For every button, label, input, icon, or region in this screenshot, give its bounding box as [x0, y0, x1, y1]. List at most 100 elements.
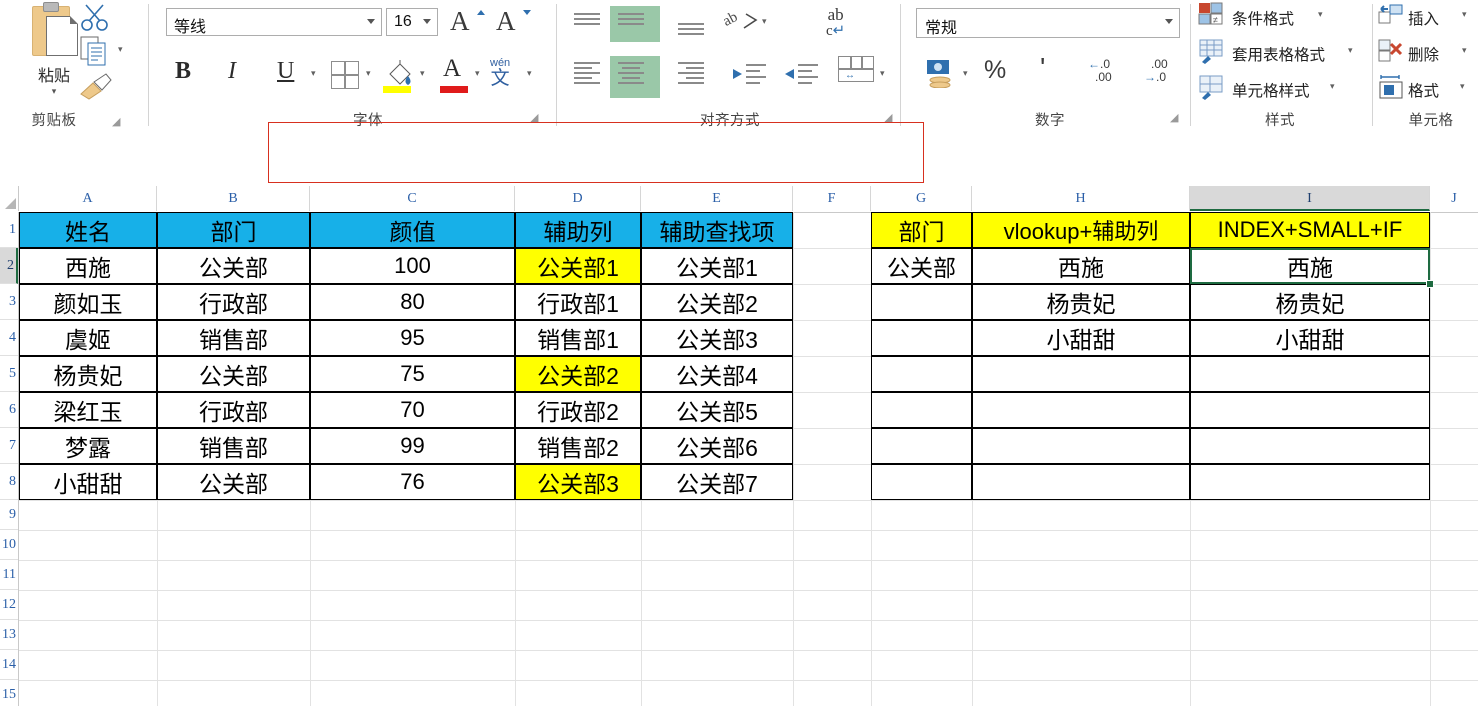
cell-h1[interactable]: vlookup+辅助列	[972, 212, 1190, 248]
row-header-6[interactable]: 6	[0, 392, 18, 428]
column-header-d[interactable]: D	[515, 186, 641, 211]
align-bottom-button[interactable]	[678, 22, 704, 40]
cell-g4[interactable]	[871, 320, 972, 356]
font-color-caret-icon[interactable]: ▾	[475, 68, 480, 79]
row-header-3[interactable]: 3	[0, 284, 18, 320]
select-all-corner[interactable]	[0, 186, 19, 211]
row-header-15[interactable]: 15	[0, 680, 18, 706]
cell-d1[interactable]: 辅助列	[515, 212, 641, 248]
cell-b4[interactable]: 销售部	[157, 320, 310, 356]
cell-e5[interactable]: 公关部4	[641, 356, 793, 392]
cell-d2[interactable]: 公关部1	[515, 248, 641, 284]
cell-c6[interactable]: 70	[310, 392, 515, 428]
cell-g3[interactable]	[871, 284, 972, 320]
row-header-2[interactable]: 2	[0, 248, 18, 284]
phonetic-guide-button[interactable]: wén 文	[490, 56, 510, 88]
cell-i7[interactable]	[1190, 428, 1430, 464]
copy-icon[interactable]	[80, 36, 110, 68]
clipboard-dialog-launcher-icon[interactable]: ◢	[112, 115, 120, 128]
align-right-button[interactable]	[678, 62, 704, 86]
cell-i1[interactable]: INDEX+SMALL+IF	[1190, 212, 1430, 248]
copy-dropdown-caret-icon[interactable]: ▾	[118, 44, 123, 55]
cell-h3[interactable]: 杨贵妃	[972, 284, 1190, 320]
number-format-caret-icon[interactable]	[1165, 19, 1173, 24]
insert-cells-icon[interactable]	[1378, 2, 1404, 28]
percent-style-button[interactable]: %	[984, 56, 1006, 85]
cell-a1[interactable]: 姓名	[19, 212, 157, 248]
align-left-button[interactable]	[574, 62, 600, 86]
row-header-11[interactable]: 11	[0, 560, 18, 590]
font-color-icon[interactable]: A	[443, 55, 461, 83]
table-format-icon[interactable]	[1198, 38, 1224, 64]
cell-g6[interactable]	[871, 392, 972, 428]
fill-color-swatch[interactable]	[383, 86, 411, 93]
decrease-font-size-button[interactable]: A	[496, 6, 516, 37]
cell-h2[interactable]: 西施	[972, 248, 1190, 284]
row-header-5[interactable]: 5	[0, 356, 18, 392]
format-painter-icon[interactable]	[76, 72, 114, 102]
cell-a4[interactable]: 虞姬	[19, 320, 157, 356]
cell-b3[interactable]: 行政部	[157, 284, 310, 320]
cell-c5[interactable]: 75	[310, 356, 515, 392]
increase-indent-icon[interactable]	[782, 62, 820, 86]
cell-d8[interactable]: 公关部3	[515, 464, 641, 500]
column-header-f[interactable]: F	[793, 186, 871, 211]
row-header-4[interactable]: 4	[0, 320, 18, 356]
cell-g7[interactable]	[871, 428, 972, 464]
bold-button[interactable]: B	[175, 58, 191, 85]
column-header-g[interactable]: G	[871, 186, 972, 211]
format-cells-label[interactable]: 格式	[1408, 79, 1439, 101]
cell-styles-caret-icon[interactable]: ▾	[1330, 81, 1335, 92]
accounting-format-icon[interactable]	[926, 58, 958, 88]
insert-cells-label[interactable]: 插入	[1408, 7, 1439, 29]
cell-h5[interactable]	[972, 356, 1190, 392]
cell-a3[interactable]: 颜如玉	[19, 284, 157, 320]
wrap-text-button[interactable]: ab c↵	[826, 6, 845, 40]
phonetic-caret-icon[interactable]: ▾	[527, 68, 532, 79]
cell-h8[interactable]	[972, 464, 1190, 500]
row-header-1[interactable]: 1	[0, 212, 18, 248]
cell-d4[interactable]: 销售部1	[515, 320, 641, 356]
increase-font-size-button[interactable]: A	[450, 6, 470, 37]
delete-cells-icon[interactable]	[1378, 38, 1404, 64]
borders-caret-icon[interactable]: ▾	[366, 68, 371, 79]
cell-g1[interactable]: 部门	[871, 212, 972, 248]
delete-cells-label[interactable]: 删除	[1408, 43, 1439, 65]
cell-h6[interactable]	[972, 392, 1190, 428]
orientation-caret-icon[interactable]: ▾	[762, 16, 767, 27]
row-header-10[interactable]: 10	[0, 530, 18, 560]
increase-decimal-button[interactable]: ←.0 .00	[1088, 58, 1112, 84]
cell-a6[interactable]: 梁红玉	[19, 392, 157, 428]
conditional-format-label[interactable]: 条件格式	[1232, 7, 1294, 29]
cell-i5[interactable]	[1190, 356, 1430, 392]
cell-c2[interactable]: 100	[310, 248, 515, 284]
alignment-dialog-launcher-icon[interactable]: ◢	[884, 111, 892, 124]
cell-d6[interactable]: 行政部2	[515, 392, 641, 428]
align-center-button[interactable]	[610, 56, 660, 98]
column-header-e[interactable]: E	[641, 186, 793, 211]
cell-g5[interactable]	[871, 356, 972, 392]
cell-styles-icon[interactable]	[1198, 74, 1224, 100]
cell-e2[interactable]: 公关部1	[641, 248, 793, 284]
cell-g8[interactable]	[871, 464, 972, 500]
merge-center-icon[interactable]: ↔	[838, 56, 874, 82]
cell-b8[interactable]: 公关部	[157, 464, 310, 500]
column-header-i[interactable]: I	[1190, 186, 1430, 211]
cell-c7[interactable]: 99	[310, 428, 515, 464]
column-header-b[interactable]: B	[157, 186, 310, 211]
column-header-j[interactable]: J	[1430, 186, 1478, 211]
cell-i3[interactable]: 杨贵妃	[1190, 284, 1430, 320]
merge-caret-icon[interactable]: ▾	[880, 68, 885, 79]
column-header-c[interactable]: C	[310, 186, 515, 211]
cell-e3[interactable]: 公关部2	[641, 284, 793, 320]
cell-e4[interactable]: 公关部3	[641, 320, 793, 356]
cell-d3[interactable]: 行政部1	[515, 284, 641, 320]
row-header-12[interactable]: 12	[0, 590, 18, 620]
fill-color-caret-icon[interactable]: ▾	[420, 68, 425, 79]
format-cells-icon[interactable]	[1378, 74, 1404, 100]
cell-h4[interactable]: 小甜甜	[972, 320, 1190, 356]
font-family-input[interactable]: 等线	[166, 8, 382, 36]
decrease-decimal-button[interactable]: .00 →.0	[1144, 58, 1168, 84]
row-header-8[interactable]: 8	[0, 464, 18, 500]
cell-b7[interactable]: 销售部	[157, 428, 310, 464]
